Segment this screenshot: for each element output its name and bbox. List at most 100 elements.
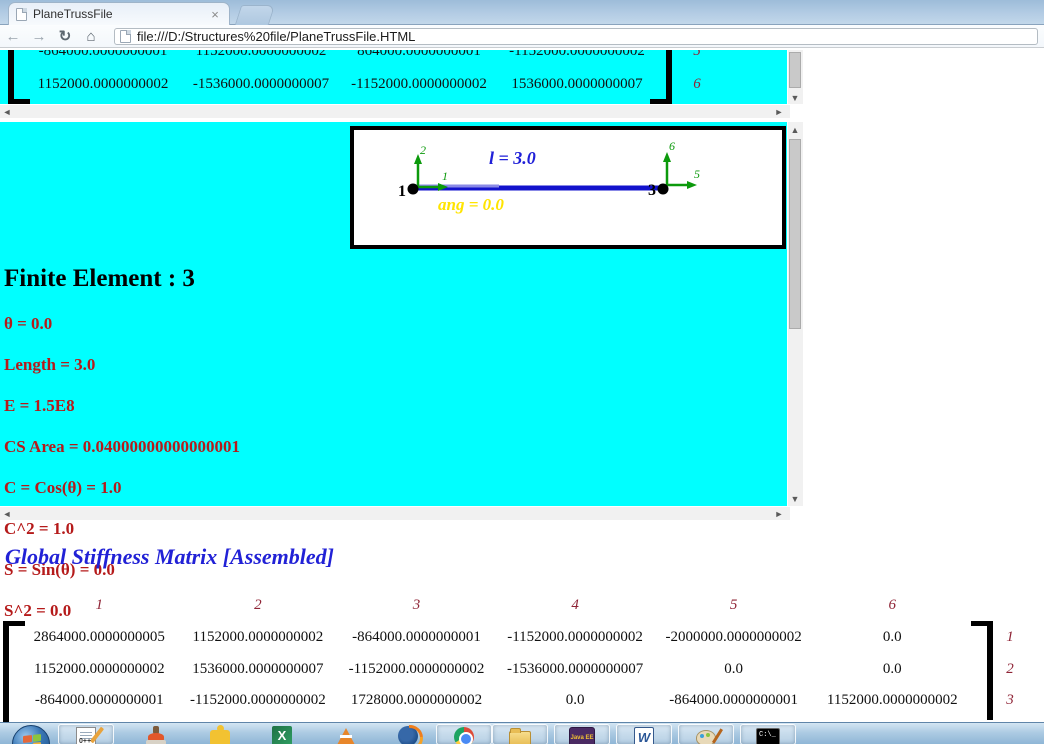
scrollbar-thumb[interactable] [789, 52, 801, 88]
folder-icon [509, 728, 531, 744]
assembled-left-bracket-foot [3, 621, 25, 626]
row-index: 5 [693, 50, 701, 59]
col-header: 6 [888, 597, 897, 613]
matrix-cell: 0.0 [882, 661, 902, 677]
matrix-cell: 1536000.0000000007 [192, 661, 324, 677]
word-icon: W [634, 727, 654, 744]
row-index: 2 [1006, 661, 1014, 677]
dof1-label: 1 [442, 169, 448, 183]
matrix-cell: -1152000.0000000002 [348, 661, 485, 677]
scrollbar-up-icon[interactable]: ▲ [788, 124, 802, 136]
windows-taskbar: 0++ X Java EE W C:\_ [0, 722, 1044, 744]
matrix-cell: 0.0 [724, 661, 744, 677]
property-cs-area: CS Area = 0.04000000000000001 [4, 437, 241, 456]
matrix-cell: 0.0 [882, 629, 902, 645]
dof5-arrow-icon [687, 181, 697, 189]
start-button[interactable] [12, 725, 50, 744]
matrix-right-bracket-foot [650, 99, 672, 104]
matrix-cell: 864000.0000000001 [357, 50, 481, 59]
scrollbar-down-icon[interactable]: ▼ [788, 493, 802, 505]
col-header: 2 [254, 597, 262, 613]
matrix-column-headers: 1 2 3 4 5 6 [20, 597, 972, 614]
matrix-cell: -864000.0000000001 [352, 629, 481, 645]
row-index: 6 [693, 76, 701, 92]
scrollbar-horizontal[interactable]: ◄ ► [0, 507, 790, 520]
assembled-left-bracket [3, 621, 9, 722]
matrix-cell: 1536000.0000000007 [511, 76, 643, 92]
chrome-icon [454, 727, 474, 744]
angle-label: ang = 0.0 [438, 195, 504, 214]
taskbar-word-button[interactable]: W [616, 724, 672, 744]
property-theta: θ = 0.0 [4, 314, 53, 333]
property-length: Length = 3.0 [4, 355, 96, 374]
matrix-cell: -864000.0000000001 [669, 692, 799, 708]
col-header: 4 [571, 597, 579, 613]
element-diagram: 1 3 2 1 6 5 l = 3.0 ang = 0.0 [350, 126, 786, 249]
element-diagram-svg: 1 3 2 1 6 5 l = 3.0 ang = 0.0 [398, 139, 700, 214]
browser-toolbar: ← → ↻ ⌂ file:///D:/Structures%20file/Pla… [0, 25, 1044, 48]
scrollbar-down-icon[interactable]: ▼ [788, 92, 802, 104]
tab-close-icon[interactable]: × [208, 7, 222, 22]
matrix-row: 2864000.0000000005 1152000.0000000002 -8… [20, 629, 972, 646]
forward-icon[interactable]: → [26, 28, 52, 45]
property-cos2: C^2 = 1.0 [4, 519, 75, 538]
matrix-cell: -864000.0000000001 [38, 50, 168, 59]
windows-logo-icon [23, 734, 41, 744]
matrix-cell: -1152000.0000000002 [351, 76, 487, 92]
property-cos: C = Cos(θ) = 1.0 [4, 478, 122, 497]
matrix-row: 1152000.0000000002 -1536000.0000000007 -… [24, 76, 656, 93]
puzzle-icon [210, 725, 230, 744]
scrollbar-right-icon[interactable]: ► [772, 106, 786, 118]
matrix-cell: 1728000.0000000002 [350, 692, 483, 708]
matrix-cell: -1152000.0000000002 [509, 50, 645, 59]
taskbar-stamp-button[interactable] [128, 724, 184, 744]
taskbar-puzzle-button[interactable] [192, 724, 248, 744]
scrollbar-vertical[interactable]: ▼ [788, 50, 803, 104]
new-tab-button[interactable] [234, 5, 276, 25]
matrix-cell: 1152000.0000000002 [195, 50, 327, 59]
home-icon[interactable]: ⌂ [78, 28, 104, 45]
taskbar-vlc-button[interactable] [318, 724, 374, 744]
browser-tab[interactable]: PlaneTrussFile × [8, 2, 230, 25]
tab-title: PlaneTrussFile [33, 7, 113, 21]
node-1-dot [407, 183, 419, 195]
tab-favicon-icon [16, 7, 27, 21]
matrix-cell: -2000000.0000000002 [665, 629, 802, 645]
taskbar-paint-button[interactable] [678, 724, 734, 744]
taskbar-javaee-button[interactable]: Java EE [554, 724, 610, 744]
scrollbar-vertical[interactable]: ▲ ▼ [788, 122, 803, 506]
taskbar-explorer-button[interactable] [492, 724, 548, 744]
taskbar-firefox-button[interactable] [380, 724, 436, 744]
scrollbar-left-icon[interactable]: ◄ [0, 508, 14, 520]
row-index: 3 [1006, 692, 1014, 708]
scrollbar-left-icon[interactable]: ◄ [0, 106, 14, 118]
col-header: 1 [95, 597, 104, 613]
length-label: l = 3.0 [489, 148, 536, 168]
excel-icon: X [272, 726, 292, 744]
matrix-cell: -1536000.0000000007 [506, 661, 644, 677]
matrix-cell: -1152000.0000000002 [507, 629, 643, 645]
reload-icon[interactable]: ↻ [52, 27, 78, 45]
dof6-arrow-icon [663, 152, 671, 162]
taskbar-chrome-button[interactable] [436, 724, 492, 744]
matrix-row: 1152000.0000000002 1536000.0000000007 -1… [20, 661, 972, 678]
firefox-icon [398, 726, 418, 744]
scrollbar-thumb[interactable] [789, 139, 801, 329]
scrollbar-horizontal[interactable]: ◄ ► [0, 105, 790, 118]
matrix-cell: 2864000.0000000005 [33, 629, 165, 645]
assembled-right-bracket [987, 621, 993, 720]
back-icon[interactable]: ← [0, 28, 26, 45]
element-matrix-panel: -864000.0000000001 1152000.0000000002 86… [0, 50, 787, 104]
matrix-cell: -1152000.0000000002 [190, 692, 326, 708]
notepadpp-icon: 0++ [76, 726, 105, 744]
matrix-row: -864000.0000000001 1152000.0000000002 86… [24, 50, 656, 60]
element-title: Finite Element : 3 [4, 265, 195, 292]
matrix-cell: 0.0 [565, 692, 585, 708]
scrollbar-right-icon[interactable]: ► [772, 508, 786, 520]
stamp-icon [146, 726, 166, 744]
assembled-right-bracket-foot [971, 621, 993, 626]
address-bar[interactable]: file:///D:/Structures%20file/PlaneTrussF… [114, 28, 1038, 45]
taskbar-cmd-button[interactable]: C:\_ [740, 724, 796, 744]
taskbar-excel-button[interactable]: X [254, 724, 310, 744]
taskbar-notepadpp-button[interactable]: 0++ [58, 724, 114, 744]
